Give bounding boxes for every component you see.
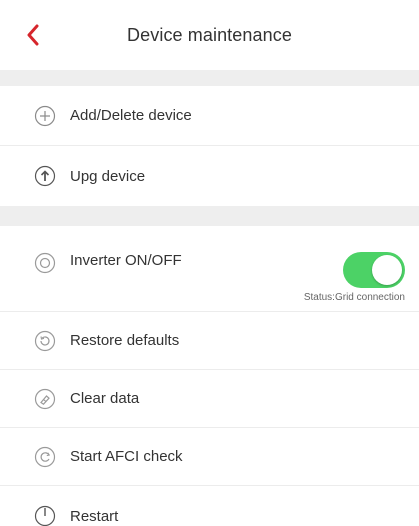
restart-label: Restart [70, 507, 119, 525]
refresh-circle-icon [34, 446, 56, 468]
eraser-icon [34, 388, 56, 410]
up-arrow-circle-icon [34, 165, 56, 187]
restore-defaults-item[interactable]: Restore defaults [0, 312, 419, 370]
restore-icon [34, 330, 56, 352]
power-circle-icon [34, 252, 56, 274]
section-divider [0, 70, 419, 86]
back-button[interactable] [22, 22, 44, 48]
section-divider [0, 206, 419, 226]
inverter-status-text: Status:Grid connection [303, 292, 405, 303]
upg-device-label: Upg device [70, 167, 146, 185]
inverter-toggle[interactable] [343, 252, 405, 288]
add-delete-device-label: Add/Delete device [70, 107, 192, 124]
inverter-on-off-label: Inverter ON/OFF [70, 252, 182, 269]
power-icon [34, 505, 56, 526]
start-afci-check-label: Start AFCI check [70, 448, 183, 465]
restore-defaults-label: Restore defaults [70, 332, 180, 349]
page-title: Device maintenance [127, 24, 292, 45]
inverter-on-off-item: Inverter ON/OFF Status:Grid connection [0, 226, 419, 312]
device-maintenance-screen: Device maintenance Add/Delete device Upg… [0, 0, 419, 526]
upg-device-item[interactable]: Upg device [0, 146, 419, 206]
restart-item[interactable]: Restart [0, 486, 419, 526]
start-afci-check-item[interactable]: Start AFCI check [0, 428, 419, 486]
chevron-left-icon [27, 24, 39, 46]
toggle-knob [372, 255, 402, 285]
add-delete-device-item[interactable]: Add/Delete device [0, 86, 419, 146]
header-bar: Device maintenance [0, 0, 419, 70]
plus-circle-icon [34, 105, 56, 127]
clear-data-item[interactable]: Clear data [0, 370, 419, 428]
clear-data-label: Clear data [70, 390, 140, 407]
